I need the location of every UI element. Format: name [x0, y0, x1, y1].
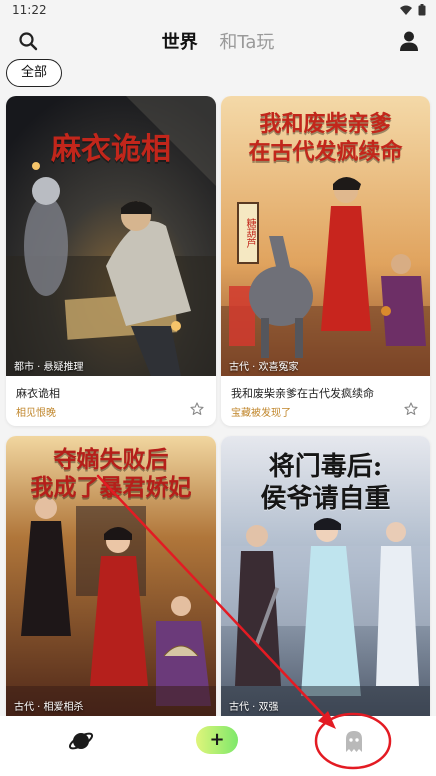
- cover-title-line2: 侯爷请自重: [260, 484, 391, 514]
- story-card-mayi[interactable]: 麻衣诡相 都市 · 悬疑推理 麻衣诡相 相见恨晚: [6, 96, 216, 426]
- status-time: 11:22: [12, 3, 47, 17]
- card-info: 我和废柴亲爹在古代发疯续命 宝藏被发现了: [221, 376, 430, 426]
- cover-title-line2: 我成了暴君娇妃: [30, 474, 192, 501]
- tab-bar: 世界 和Ta玩: [0, 28, 436, 54]
- card-subtitle: 宝藏被发现了: [231, 408, 291, 419]
- card-info: 麻衣诡相 相见恨晚: [6, 376, 216, 426]
- tab-play-with-ta[interactable]: 和Ta玩: [219, 28, 274, 54]
- ghost-icon[interactable]: [341, 728, 367, 754]
- filter-all-chip[interactable]: 全部: [6, 59, 62, 87]
- tanghulu-sign-text: 糖葫芦: [244, 218, 255, 248]
- cover-title: 麻衣诡相: [51, 132, 171, 167]
- story-card-duodi[interactable]: 夺嫡失败后 我成了暴君娇妃 古代 · 相爱相杀: [6, 436, 216, 716]
- status-icons: [400, 4, 426, 16]
- story-card-fei-chai[interactable]: 糖葫芦 我和废柴亲爹 在古代发疯续命 古代 · 欢喜冤家 我和废柴亲爹在古代发疯…: [221, 96, 430, 426]
- tab-world[interactable]: 世界: [162, 28, 198, 54]
- user-icon[interactable]: [398, 30, 420, 52]
- card-title: 我和废柴亲爹在古代发疯续命: [231, 387, 374, 400]
- star-icon[interactable]: [404, 402, 418, 416]
- battery-icon: [418, 4, 426, 16]
- create-button[interactable]: +: [196, 726, 238, 754]
- star-icon[interactable]: [190, 402, 204, 416]
- story-card-jiangmen[interactable]: 将门毒后: 侯爷请自重 古代 · 双强: [221, 436, 430, 716]
- status-bar: 11:22: [0, 0, 436, 22]
- story-grid: 麻衣诡相 都市 · 悬疑推理 麻衣诡相 相见恨晚 糖葫芦 我和废柴亲爹 在古代发…: [0, 96, 436, 716]
- genre-tag: 古代 · 相爱相杀: [14, 702, 84, 713]
- card-subtitle: 相见恨晚: [16, 408, 56, 419]
- card-title: 麻衣诡相: [16, 387, 60, 400]
- planet-icon[interactable]: [68, 728, 94, 754]
- genre-tag: 古代 · 双强: [229, 702, 279, 713]
- wifi-icon: [400, 5, 412, 15]
- tanghulu-sign: 糖葫芦: [237, 202, 259, 264]
- top-nav: 世界 和Ta玩: [0, 22, 436, 60]
- cover-title-line2: 在古代发疯续命: [248, 139, 403, 165]
- bottom-nav: +: [0, 716, 436, 776]
